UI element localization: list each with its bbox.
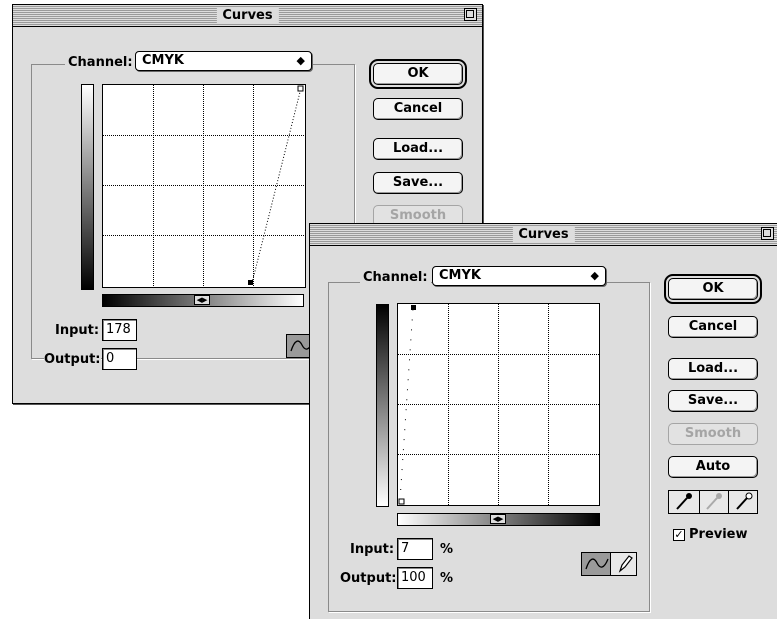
- white-eyedropper-icon[interactable]: [729, 491, 758, 513]
- input-label: Input:: [55, 323, 100, 339]
- gradient-direction-toggle[interactable]: ◀▶: [490, 514, 506, 524]
- output-field[interactable]: 0: [102, 348, 137, 370]
- load-button[interactable]: Load...: [373, 138, 463, 160]
- channel-select[interactable]: CMYK ◆: [432, 266, 606, 286]
- cancel-button[interactable]: Cancel: [373, 98, 463, 120]
- channel-label: Channel:: [65, 55, 136, 71]
- load-button[interactable]: Load...: [668, 358, 758, 380]
- save-button[interactable]: Save...: [373, 172, 463, 194]
- zoom-box-icon[interactable]: [464, 8, 477, 21]
- output-gradient-bar: [81, 84, 94, 290]
- channel-select[interactable]: CMYK ◆: [135, 51, 312, 71]
- save-button[interactable]: Save...: [668, 390, 758, 412]
- pencil-tool-icon[interactable]: [611, 553, 637, 575]
- dialog-title: Curves: [512, 226, 575, 243]
- input-field[interactable]: 7: [397, 538, 433, 560]
- curves-dialog-front: Curves Channel: CMYK ◆ ◀▶ Input: 7 % Out…: [309, 223, 777, 619]
- curve-graph: [103, 85, 305, 287]
- preview-label: Preview: [689, 527, 748, 543]
- title-bar[interactable]: Curves: [13, 5, 482, 27]
- curve-point-start: [398, 498, 405, 505]
- curve-pencil-toggle: [581, 552, 637, 576]
- input-unit: %: [440, 542, 454, 557]
- curve-grid[interactable]: [102, 84, 306, 288]
- ok-button[interactable]: OK: [369, 59, 467, 89]
- curve-point-selected: [248, 280, 253, 285]
- channel-value: CMYK: [142, 53, 184, 68]
- curve-graph: [398, 304, 599, 505]
- dialog-title: Curves: [216, 7, 279, 24]
- smooth-button: Smooth: [668, 423, 758, 445]
- gradient-direction-toggle[interactable]: ◀▶: [194, 295, 210, 305]
- gray-eyedropper-icon[interactable]: [700, 491, 729, 513]
- curve-point-end: [297, 85, 304, 92]
- up-down-arrow-icon: ◆: [296, 54, 305, 67]
- output-label: Output:: [340, 571, 397, 587]
- auto-button[interactable]: Auto: [668, 456, 758, 478]
- curve-point-selected: [411, 305, 416, 310]
- preview-checkbox[interactable]: ✓: [673, 529, 685, 541]
- curve-grid[interactable]: [397, 303, 600, 506]
- cancel-button[interactable]: Cancel: [668, 316, 758, 338]
- up-down-arrow-icon: ◆: [590, 269, 599, 282]
- eyedropper-group: [668, 490, 758, 514]
- title-bar[interactable]: Curves: [310, 224, 777, 246]
- channel-value: CMYK: [439, 268, 481, 283]
- ok-button[interactable]: OK: [664, 274, 762, 304]
- input-label: Input:: [350, 542, 395, 558]
- output-gradient-bar: [376, 304, 389, 507]
- channel-label: Channel:: [360, 270, 431, 286]
- output-field[interactable]: 100: [397, 567, 433, 589]
- zoom-box-icon[interactable]: [761, 227, 774, 240]
- curve-tool-icon[interactable]: [582, 553, 611, 575]
- output-label: Output:: [44, 352, 101, 368]
- black-eyedropper-icon[interactable]: [669, 491, 700, 513]
- input-field[interactable]: 178: [102, 319, 137, 341]
- output-unit: %: [440, 571, 454, 586]
